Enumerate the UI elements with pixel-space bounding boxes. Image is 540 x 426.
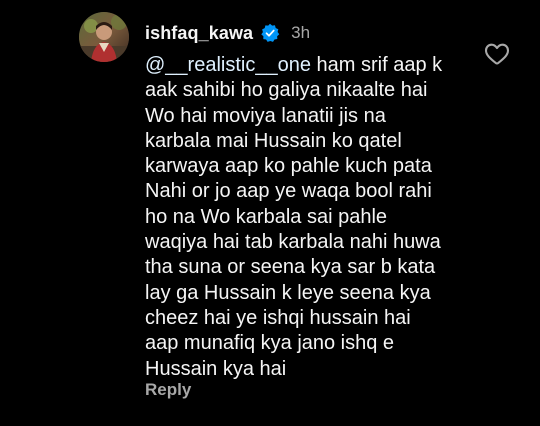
- comment-line-text: ham srif aap k: [310, 54, 443, 76]
- comment-line: aap munafiq kya jano ishq e: [145, 332, 395, 355]
- comment-text: @__realistic__one ham srif aap k aak sah…: [145, 53, 485, 382]
- comment-line: Wo hai moviya lanatii jis na: [145, 104, 386, 127]
- comment-line: @__realistic__one ham srif aap k: [145, 53, 485, 78]
- heart-outline-icon: [484, 43, 510, 65]
- comment: ishfaq_kawa 3h @__realistic__one ham sri…: [0, 0, 540, 426]
- comment-line: karwaya aap ko pahle kuch pata: [145, 155, 432, 178]
- comment-header: ishfaq_kawa 3h: [145, 20, 310, 46]
- reply-button[interactable]: Reply: [145, 380, 191, 400]
- comment-line: Nahi or jo aap ye waqa bool rahi: [145, 180, 432, 203]
- comment-line: aak sahibi ho galiya nikaalte hai: [145, 79, 428, 102]
- username[interactable]: ishfaq_kawa: [145, 23, 253, 44]
- avatar[interactable]: [79, 12, 129, 62]
- verified-badge-icon: [260, 23, 280, 43]
- comment-line: karbala mai Hussain ko qatel: [145, 129, 402, 152]
- comment-timestamp: 3h: [291, 23, 311, 42]
- avatar-image: [79, 12, 129, 62]
- comment-line: waqiya hai tab karbala nahi huwa: [145, 231, 441, 254]
- like-button[interactable]: [484, 42, 510, 66]
- comment-line: cheez hai ye ishqi hussain hai: [145, 306, 411, 329]
- mention-link[interactable]: @__realistic__one: [145, 54, 311, 76]
- comment-line: ho na Wo karbala sai pahle: [145, 205, 388, 228]
- comment-line: lay ga Hussain k leye seena kya: [145, 281, 431, 304]
- comment-line: tha suna or seena kya sar b kata: [145, 256, 436, 279]
- comment-line: Hussain kya hai: [145, 357, 287, 380]
